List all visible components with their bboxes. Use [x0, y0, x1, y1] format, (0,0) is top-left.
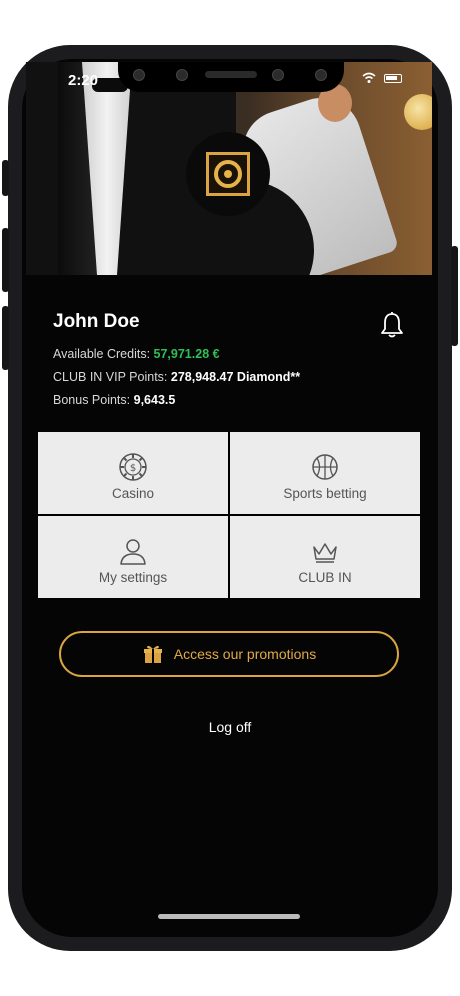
vip-value: 278,948.47 Diamond** — [170, 370, 301, 384]
access-promotions-button[interactable]: Access our promotions — [59, 631, 399, 677]
sports-betting-label: Sports betting — [283, 486, 367, 501]
sensor-icon — [176, 69, 188, 81]
speaker-grille — [205, 71, 257, 78]
user-name: John Doe — [53, 311, 140, 332]
sports-betting-tile[interactable]: Sports betting — [230, 432, 420, 514]
home-indicator[interactable] — [158, 914, 300, 919]
mute-switch — [2, 160, 9, 196]
crown-icon — [313, 543, 337, 563]
wifi-icon — [362, 72, 376, 87]
bell-icon[interactable] — [377, 310, 407, 340]
sensor-icon — [272, 69, 284, 81]
bonus-value: 9,643.5 — [133, 393, 176, 407]
power-button — [451, 246, 458, 346]
bonus-points: Bonus Points: 9,643.5 — [53, 393, 175, 407]
bonus-label: Bonus Points: — [53, 393, 131, 407]
casino-tile[interactable]: $ Casino — [38, 432, 228, 514]
brand-logo — [186, 132, 270, 216]
my-settings-label: My settings — [98, 570, 168, 585]
volume-down-button — [2, 306, 9, 370]
gift-icon — [143, 645, 162, 663]
menu-grid: $ Casino Sports betting My settings CLUB… — [38, 432, 420, 600]
svg-text:$: $ — [130, 463, 136, 474]
camera-icon — [133, 69, 145, 81]
front-camera-icon — [315, 69, 327, 81]
status-time: 2:20 — [68, 72, 99, 89]
vip-points: CLUB IN VIP Points: 278,948.47 Diamond** — [53, 370, 300, 384]
casino-label: Casino — [111, 486, 155, 501]
battery-icon — [384, 74, 402, 83]
basketball-icon — [312, 454, 338, 480]
my-settings-tile[interactable]: My settings — [38, 516, 228, 598]
promo-label: Access our promotions — [173, 646, 317, 662]
credits-value: 57,971.28 € — [153, 347, 220, 361]
casino-chip-icon: $ — [119, 453, 147, 481]
club-in-label: CLUB IN — [298, 570, 352, 585]
user-icon — [120, 539, 146, 565]
credits-label: Available Credits: — [53, 347, 151, 361]
log-off-link[interactable]: Log off — [0, 719, 460, 735]
club-in-tile[interactable]: CLUB IN — [230, 516, 420, 598]
volume-up-button — [2, 228, 9, 292]
available-credits: Available Credits: 57,971.28 € — [53, 347, 220, 361]
vip-label: CLUB IN VIP Points: — [53, 370, 168, 384]
